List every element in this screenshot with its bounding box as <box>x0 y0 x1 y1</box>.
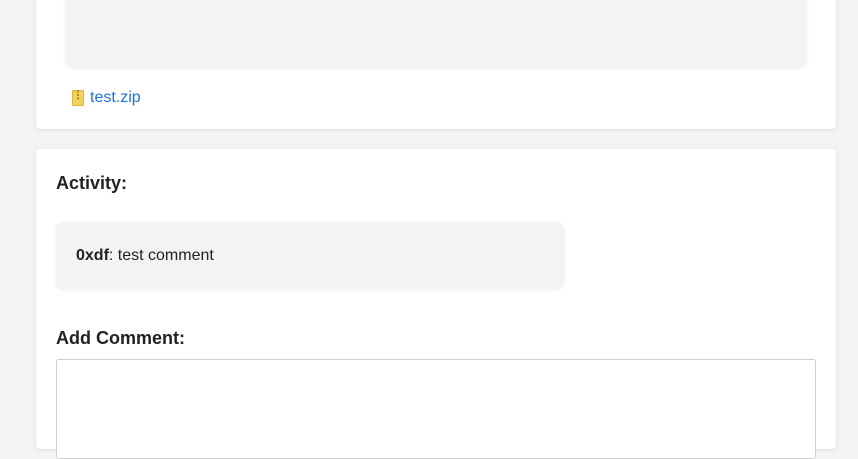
comment-input[interactable] <box>56 359 816 459</box>
comment-item: 0xdf: test comment <box>56 222 564 289</box>
add-comment-heading: Add Comment: <box>56 328 185 348</box>
attachment-filename[interactable]: test.zip <box>90 89 141 107</box>
activity-heading: Activity: <box>56 173 128 193</box>
ticket-description-box <box>65 0 807 67</box>
zip-file-icon <box>72 90 84 106</box>
comment-text: test comment <box>117 246 214 264</box>
comment-separator: : <box>108 246 118 264</box>
attachment-link[interactable]: test.zip <box>72 88 141 108</box>
comment-author: 0xdf <box>76 246 109 264</box>
ticket-details-card: test.zip <box>36 0 836 129</box>
activity-card: Activity: 0xdf: test comment Add Comment… <box>36 149 836 459</box>
